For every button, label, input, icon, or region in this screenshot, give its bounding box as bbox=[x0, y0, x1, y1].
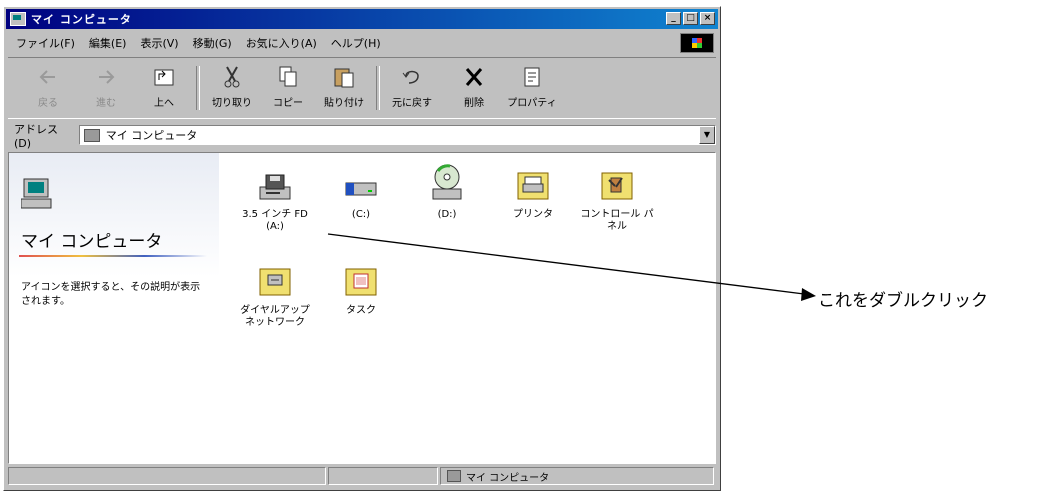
toolbar-separator bbox=[196, 66, 200, 110]
my-computer-icon bbox=[10, 12, 26, 26]
control-panel-item[interactable]: コントロール パネル bbox=[577, 167, 657, 233]
menu-help[interactable]: ヘルプ(H) bbox=[331, 35, 381, 51]
my-computer-icon bbox=[20, 177, 53, 211]
minimize-button[interactable]: _ bbox=[666, 12, 681, 25]
menu-go[interactable]: 移動(G) bbox=[193, 35, 232, 51]
cut-button[interactable]: 切り取り bbox=[206, 64, 258, 109]
callout-text: これをダブルクリック bbox=[818, 291, 988, 311]
forward-label: 進む bbox=[96, 98, 116, 109]
windows-logo-icon bbox=[680, 33, 714, 53]
printers-item[interactable]: プリンタ bbox=[493, 167, 573, 221]
paste-button[interactable]: 貼り付け bbox=[318, 64, 370, 109]
menu-favorites[interactable]: お気に入り(A) bbox=[246, 35, 317, 51]
item-label: ダイヤルアップ ネットワーク bbox=[240, 305, 310, 328]
item-label: コントロール パネル bbox=[580, 209, 654, 232]
address-value: マイ コンピュータ bbox=[105, 129, 198, 142]
my-computer-icon bbox=[83, 128, 100, 142]
menu-edit[interactable]: 編集(E) bbox=[89, 35, 127, 51]
forward-button[interactable]: 進む bbox=[80, 64, 132, 109]
hard-drive-c-item[interactable]: (C:) bbox=[321, 171, 401, 221]
my-computer-icon bbox=[447, 470, 461, 482]
close-button[interactable]: × bbox=[700, 12, 715, 25]
scissors-icon bbox=[219, 64, 245, 90]
paste-label: 貼り付け bbox=[324, 98, 364, 109]
cut-label: 切り取り bbox=[212, 98, 252, 109]
panel-description: アイコンを選択すると、その説明が表示されます。 bbox=[21, 282, 201, 307]
item-label: (D:) bbox=[437, 209, 457, 220]
dialup-folder-icon bbox=[258, 263, 292, 299]
floppy-drive-item[interactable]: 3.5 インチ FD (A:) bbox=[235, 171, 315, 233]
hard-drive-icon bbox=[344, 171, 378, 203]
item-label: (C:) bbox=[351, 209, 371, 220]
up-button[interactable]: 上へ bbox=[138, 64, 190, 109]
undo-button[interactable]: 元に戻す bbox=[386, 64, 438, 109]
window-title: マイ コンピュータ bbox=[31, 13, 132, 26]
undo-icon bbox=[399, 64, 425, 90]
folder-view: マイ コンピュータ アイコンを選択すると、その説明が表示されます。 3.5 イン… bbox=[8, 152, 716, 464]
delete-label: 削除 bbox=[464, 98, 484, 109]
printer-folder-icon bbox=[516, 167, 550, 203]
address-label: アドレス(D) bbox=[14, 122, 58, 150]
toolbar-separator bbox=[376, 66, 380, 110]
delete-x-icon bbox=[461, 64, 487, 90]
address-field[interactable]: マイ コンピュータ ▼ bbox=[78, 125, 716, 145]
copy-icon bbox=[275, 64, 301, 90]
cd-drive-icon bbox=[430, 163, 464, 203]
properties-icon bbox=[519, 64, 545, 90]
explorer-window: マイ コンピュータ _ □ × ファイル(F) 編集(E) 表示(V) 移動(G… bbox=[3, 6, 721, 491]
status-pane-empty bbox=[328, 467, 438, 485]
status-location-text: マイ コンピュータ bbox=[466, 472, 550, 484]
maximize-button[interactable]: □ bbox=[683, 12, 698, 25]
item-label: プリンタ bbox=[513, 209, 553, 220]
menu-view[interactable]: 表示(V) bbox=[140, 35, 178, 51]
back-button[interactable]: 戻る bbox=[22, 64, 74, 109]
dialup-networking-item[interactable]: ダイヤルアップ ネットワーク bbox=[235, 263, 315, 329]
delete-button[interactable]: 削除 bbox=[448, 64, 500, 109]
web-view-panel: マイ コンピュータ アイコンを選択すると、その説明が表示されます。 bbox=[9, 153, 219, 463]
properties-button[interactable]: プロパティ bbox=[506, 64, 558, 109]
properties-label: プロパティ bbox=[507, 98, 557, 109]
address-bar: アドレス(D) マイ コンピュータ ▼ bbox=[8, 122, 716, 150]
tasks-folder-icon bbox=[344, 263, 378, 299]
panel-divider bbox=[19, 255, 207, 257]
forward-arrow-icon bbox=[93, 64, 119, 90]
copy-button[interactable]: コピー bbox=[262, 64, 314, 109]
menu-bar: ファイル(F) 編集(E) 表示(V) 移動(G) お気に入り(A) ヘルプ(H… bbox=[8, 32, 716, 54]
copy-label: コピー bbox=[273, 98, 303, 109]
item-label: 3.5 インチ FD (A:) bbox=[242, 209, 308, 232]
address-dropdown-button[interactable]: ▼ bbox=[699, 126, 715, 144]
title-bar[interactable]: マイ コンピュータ _ □ × bbox=[6, 9, 718, 29]
status-bar: マイ コンピュータ bbox=[8, 467, 716, 487]
up-folder-icon bbox=[151, 64, 177, 90]
floppy-drive-icon bbox=[258, 171, 292, 203]
undo-label: 元に戻す bbox=[392, 98, 432, 109]
up-label: 上へ bbox=[154, 98, 174, 109]
item-label: タスク bbox=[346, 305, 376, 316]
panel-title: マイ コンピュータ bbox=[21, 232, 163, 252]
menu-file[interactable]: ファイル(F) bbox=[16, 35, 75, 51]
cd-drive-d-item[interactable]: (D:) bbox=[407, 163, 487, 221]
scheduled-tasks-item[interactable]: タスク bbox=[321, 263, 401, 317]
status-pane-location: マイ コンピュータ bbox=[440, 467, 714, 485]
paste-icon bbox=[331, 64, 357, 90]
back-arrow-icon bbox=[35, 64, 61, 90]
back-label: 戻る bbox=[38, 98, 58, 109]
status-pane-main bbox=[8, 467, 326, 485]
control-panel-folder-icon bbox=[600, 167, 634, 203]
toolbar: 戻る 進む 上へ 切り取り コピー 貼り付け 元に戻す 削除 プロパティ bbox=[8, 57, 716, 119]
